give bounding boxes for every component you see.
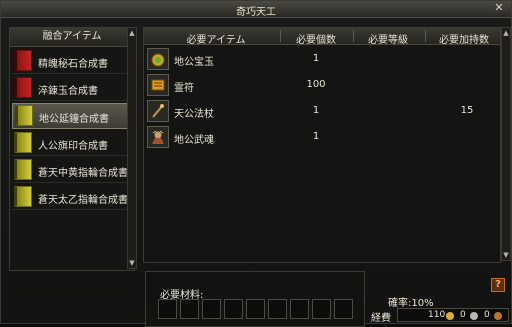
- copper-amount: 0: [484, 310, 490, 320]
- requirement-row[interactable]: 地公武魂 1: [144, 126, 500, 148]
- header-durability: 必要加持数: [439, 35, 489, 46]
- requirement-name: 霊符: [174, 83, 194, 94]
- talisman-icon: [147, 74, 169, 96]
- material-slot[interactable]: [268, 299, 287, 319]
- requirement-name: 天公法杖: [174, 109, 214, 120]
- requirement-row[interactable]: 地公宝玉 1: [144, 48, 500, 70]
- scroll-down-icon[interactable]: ▼: [128, 259, 136, 267]
- material-slot[interactable]: [246, 299, 265, 319]
- requirement-count: 1: [312, 131, 320, 142]
- warrior-soul-icon: [147, 126, 169, 148]
- cost-display: 経費 110 0 0: [371, 308, 509, 324]
- header-level: 必要等級: [368, 35, 408, 46]
- header-divider: [353, 30, 354, 42]
- staff-icon: [147, 100, 169, 122]
- cost-label: 経費: [371, 313, 391, 324]
- recipe-item[interactable]: 淬錬玉合成書: [12, 76, 132, 101]
- material-slot[interactable]: [180, 299, 199, 319]
- red-book-icon: [14, 77, 32, 98]
- scroll-down-icon[interactable]: ▼: [502, 251, 510, 259]
- success-rate: 確率:10%: [388, 298, 434, 309]
- silver-coin-icon: [470, 312, 478, 320]
- requirement-count: 1: [312, 105, 320, 116]
- close-icon[interactable]: ✕: [493, 2, 505, 14]
- requirements-header: 必要アイテム 必要個数 必要等級 必要加持数: [144, 28, 500, 46]
- red-book-icon: [14, 50, 32, 71]
- jade-orb-icon: [147, 48, 169, 70]
- recipe-list-scrollbar[interactable]: ▲ ▼: [127, 27, 137, 269]
- material-slot[interactable]: [290, 299, 309, 319]
- recipe-label: 蒼天中黄指輪合成書: [38, 168, 128, 179]
- requirement-count: 1: [312, 53, 320, 64]
- requirements-scrollbar[interactable]: ▲ ▼: [501, 27, 511, 261]
- help-icon[interactable]: ?: [491, 278, 505, 292]
- yellow-book-icon: [15, 105, 33, 126]
- materials-panel: 必要材料:: [145, 271, 365, 327]
- recipe-item[interactable]: 人公旗印合成書: [12, 131, 132, 156]
- header-divider: [425, 30, 426, 42]
- header-item: 必要アイテム: [186, 35, 246, 46]
- requirement-count: 100: [306, 79, 326, 90]
- recipe-item[interactable]: 蒼天太乙指輪合成書: [12, 185, 132, 210]
- copper-coin-icon: [494, 312, 502, 320]
- recipe-label: 人公旗印合成書: [38, 141, 108, 152]
- material-slots: [158, 299, 353, 319]
- material-slot[interactable]: [224, 299, 243, 319]
- window-title: 奇巧天工: [236, 7, 276, 18]
- material-slot[interactable]: [202, 299, 221, 319]
- gold-amount: 110: [428, 310, 446, 320]
- recipe-label: 淬錬玉合成書: [38, 86, 98, 97]
- recipe-item-selected[interactable]: 地公延鐘合成書: [12, 103, 132, 129]
- silver-amount: 0: [460, 310, 466, 320]
- gold-coin-icon: [446, 312, 454, 320]
- yellow-book-icon: [14, 159, 32, 180]
- material-slot[interactable]: [312, 299, 331, 319]
- recipe-label: 地公延鐘合成書: [39, 114, 109, 125]
- requirement-name: 地公宝玉: [174, 57, 214, 68]
- crafting-window: 奇巧天工 ✕ 融合アイテム 精魄秘石合成書 淬錬玉合成書 地公延鐘合成書 人公旗…: [0, 0, 512, 327]
- recipe-label: 精魄秘石合成書: [38, 59, 108, 70]
- recipe-label: 蒼天太乙指輪合成書: [38, 195, 128, 206]
- material-slot[interactable]: [334, 299, 353, 319]
- requirement-row[interactable]: 霊符 100: [144, 74, 500, 96]
- recipe-item[interactable]: 蒼天中黄指輪合成書: [12, 158, 132, 183]
- requirement-name: 地公武魂: [174, 135, 214, 146]
- requirements-table: 必要アイテム 必要個数 必要等級 必要加持数 地公宝玉 1 霊符 100 天公法…: [143, 27, 501, 263]
- header-divider: [280, 30, 281, 42]
- title-bar: 奇巧天工 ✕: [1, 1, 511, 18]
- scroll-up-icon[interactable]: ▲: [128, 29, 136, 37]
- yellow-book-icon: [14, 186, 32, 207]
- recipe-item[interactable]: 精魄秘石合成書: [12, 49, 132, 74]
- material-slot[interactable]: [158, 299, 177, 319]
- recipe-list: 融合アイテム 精魄秘石合成書 淬錬玉合成書 地公延鐘合成書 人公旗印合成書 蒼天…: [9, 27, 135, 271]
- header-count: 必要個数: [296, 35, 336, 46]
- yellow-book-icon: [14, 132, 32, 153]
- scroll-up-icon[interactable]: ▲: [502, 29, 510, 37]
- requirement-row[interactable]: 天公法杖 1 15: [144, 100, 500, 122]
- recipe-list-header: 融合アイテム: [10, 28, 134, 47]
- cost-box: 110 0 0: [397, 308, 509, 322]
- requirement-durability: 15: [460, 105, 474, 116]
